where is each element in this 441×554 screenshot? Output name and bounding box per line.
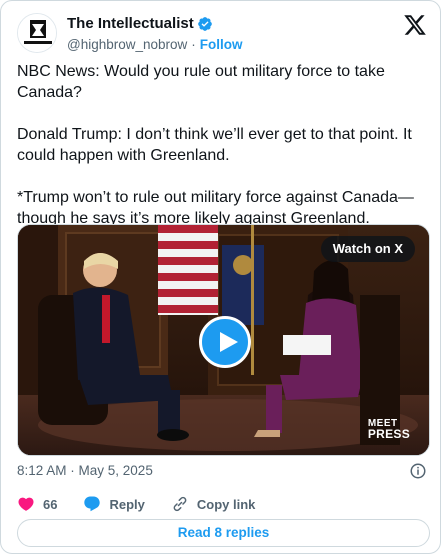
reply-button[interactable]: Reply — [83, 495, 145, 513]
video-player[interactable]: Watch on X MEET PRESS — [17, 224, 430, 456]
logo-press: PRESS — [367, 427, 410, 441]
info-icon[interactable] — [409, 462, 427, 480]
read-replies-button[interactable]: Read 8 replies — [17, 519, 430, 547]
play-icon — [220, 332, 238, 352]
link-icon — [173, 496, 187, 512]
timestamp[interactable]: 8:12 AM · May 5, 2025 — [17, 463, 153, 478]
author-handle[interactable]: @highbrow_nobrow — [67, 36, 187, 53]
like-count: 66 — [43, 496, 58, 512]
follow-button[interactable]: Follow — [200, 36, 243, 53]
tweet-card: The Intellectualist @highbrow_nobrow · F… — [0, 0, 441, 554]
author-names: The Intellectualist @highbrow_nobrow · F… — [67, 15, 243, 53]
reply-label: Reply — [109, 496, 145, 512]
tweet-text: NBC News: Would you rule out military fo… — [17, 61, 417, 229]
tweet-paragraph: Donald Trump: I don’t think we’ll ever g… — [17, 126, 412, 164]
tweet-paragraph: NBC News: Would you rule out military fo… — [17, 63, 385, 101]
copy-link-button[interactable]: Copy link — [171, 495, 256, 513]
x-logo-icon[interactable] — [403, 13, 427, 37]
copy-link-label: Copy link — [196, 496, 256, 512]
tweet-meta: 8:12 AM · May 5, 2025 — [17, 462, 427, 480]
watch-on-x-button[interactable]: Watch on X — [320, 236, 415, 262]
separator-dot: · — [191, 37, 196, 52]
tweet-header: The Intellectualist @highbrow_nobrow · F… — [17, 11, 427, 53]
action-bar: 66 Reply Copy link — [17, 494, 427, 514]
verified-badge-icon — [197, 17, 212, 31]
play-button[interactable] — [199, 316, 251, 368]
meet-the-press-logo: MEET PRESS — [367, 419, 410, 441]
heart-icon — [18, 497, 34, 511]
like-button[interactable]: 66 — [17, 495, 57, 513]
reply-bubble-icon — [84, 496, 101, 512]
display-name[interactable]: The Intellectualist — [67, 15, 194, 33]
avatar[interactable] — [17, 13, 57, 53]
tweet-paragraph: *Trump won’t to rule out military force … — [17, 189, 414, 227]
